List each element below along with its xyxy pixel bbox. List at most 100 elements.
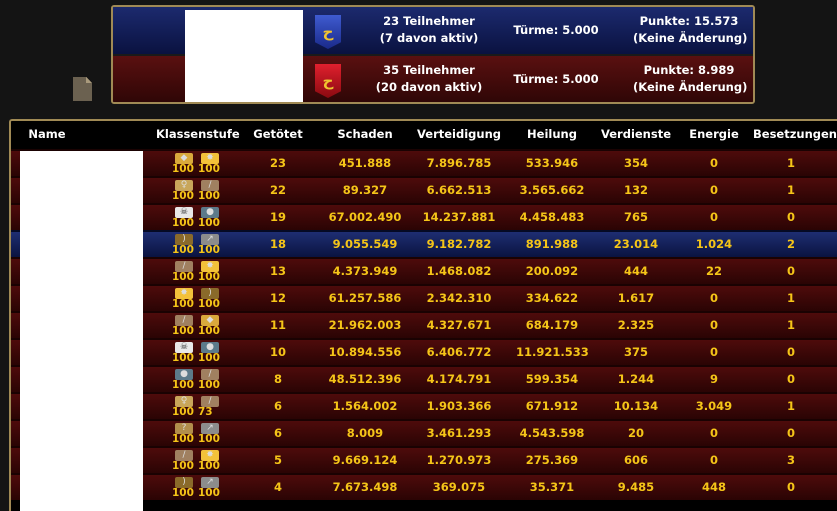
cell-kills: 18 (269, 237, 286, 251)
cell-captures: 1 (786, 156, 795, 170)
cell-kills: 8 (273, 372, 282, 386)
cell-defense: 7.896.785 (426, 156, 492, 170)
cell-merit: 1.244 (617, 372, 655, 386)
cell-damage: 4.373.949 (332, 264, 398, 278)
cell-damage: 9.669.124 (332, 453, 398, 467)
cell-captures: 0 (786, 426, 795, 440)
class-level-value: 100 (172, 406, 194, 418)
cell-defense: 3.461.293 (426, 426, 492, 440)
cell-damage: 8.009 (346, 426, 384, 440)
team-portrait-image (185, 10, 303, 102)
cell-kills: 22 (269, 183, 286, 197)
participants-active: (7 davon aktiv) (379, 31, 479, 45)
cell-defense: 1.468.082 (426, 264, 492, 278)
player-names-column (20, 151, 143, 511)
cell-healing: 334.622 (525, 291, 579, 305)
cell-damage: 21.962.003 (328, 318, 402, 332)
class-level-value: 100 (172, 325, 194, 337)
player-stats-table: Name Klassenstufe Getötet Schaden Vertei… (9, 119, 837, 511)
cell-defense: 2.342.310 (426, 291, 492, 305)
class-level-value: 100 (172, 379, 194, 391)
cell-damage: 451.888 (338, 156, 392, 170)
cell-captures: 0 (786, 480, 795, 494)
cell-kills: 23 (269, 156, 286, 170)
cell-healing: 3.565.662 (519, 183, 585, 197)
class-level-cell: /100 ✸ 100 (171, 260, 229, 284)
header-kills[interactable]: Getötet (251, 127, 305, 141)
cell-captures: 0 (786, 345, 795, 359)
class-level-value: 100 (198, 163, 220, 175)
cell-merit: 375 (623, 345, 648, 359)
participants-count: 23 Teilnehmer (383, 14, 475, 28)
cell-defense: 369.075 (432, 480, 486, 494)
blue-faction-banner-icon: ح (315, 15, 341, 49)
header-defense[interactable]: Verteidigung (414, 127, 504, 141)
cell-healing: 35.371 (529, 480, 575, 494)
class-level-cell: ☠ 100 ● 100 (171, 341, 229, 365)
header-damage[interactable]: Schaden (326, 127, 404, 141)
cell-energy: 9 (709, 372, 718, 386)
cell-energy: 0 (709, 210, 718, 224)
class-level-value: 100 (172, 271, 194, 283)
header-name[interactable]: Name (19, 127, 75, 141)
team-summary-panel: 23 Teilnehmer (7 davon aktiv) Türme: 5.0… (111, 5, 755, 104)
points-value: Punkte: 15.573 (639, 14, 739, 28)
participants-active: (20 davon aktiv) (375, 80, 483, 94)
class-level-cell: ) 100 ↗ 100 (171, 476, 229, 500)
participants-count: 35 Teilnehmer (383, 63, 475, 77)
class-level-value: 100 (172, 433, 194, 445)
cell-energy: 448 (701, 480, 726, 494)
cell-merit: 20 (627, 426, 644, 440)
cell-kills: 6 (273, 426, 282, 440)
class-level-value: 100 (172, 298, 194, 310)
cell-kills: 12 (269, 291, 286, 305)
class-level-cell: ☠ 100 ● 100 (171, 206, 229, 230)
header-healing[interactable]: Heilung (516, 127, 588, 141)
team-points: Punkte: 8.989 (Keine Änderung) (633, 62, 747, 96)
class-level-cell: ◆ 100 ✸ 100 (171, 152, 229, 176)
class-level-value: 100 (172, 163, 194, 175)
cell-energy: 0 (709, 345, 718, 359)
cell-captures: 1 (786, 291, 795, 305)
cell-defense: 6.406.772 (426, 345, 492, 359)
team-points: Punkte: 15.573 (Keine Änderung) (633, 13, 748, 47)
points-change: (Keine Änderung) (633, 31, 748, 45)
cell-damage: 61.257.586 (328, 291, 402, 305)
cell-defense: 6.662.513 (426, 183, 492, 197)
cell-defense: 4.327.671 (426, 318, 492, 332)
cell-healing: 11.921.533 (516, 345, 589, 359)
cell-energy: 0 (709, 156, 718, 170)
class-level-cell: ♀ 100/100 (171, 179, 229, 203)
class-level-value: 100 (198, 487, 220, 499)
class-level-value: 100 (198, 190, 220, 202)
header-captures[interactable]: Besetzungen (753, 127, 837, 141)
team-participants: 35 Teilnehmer (20 davon aktiv) (365, 62, 493, 96)
class-level-value: 100 (172, 487, 194, 499)
header-energy[interactable]: Energie (684, 127, 744, 141)
class-level-value: 100 (198, 298, 220, 310)
cell-defense: 14.237.881 (422, 210, 496, 224)
header-merit[interactable]: Verdienste (599, 127, 673, 141)
cell-damage: 89.327 (342, 183, 388, 197)
class-level-value: 100 (198, 271, 220, 283)
cell-captures: 2 (786, 237, 795, 251)
cell-merit: 1.617 (617, 291, 655, 305)
cell-damage: 10.894.556 (328, 345, 402, 359)
class-level-value: 100 (198, 433, 220, 445)
cell-kills: 10 (269, 345, 286, 359)
cell-energy: 3.049 (695, 399, 733, 413)
cell-merit: 444 (623, 264, 648, 278)
class-level-cell: /100 ✸ 100 (171, 449, 229, 473)
cell-damage: 67.002.490 (328, 210, 402, 224)
cell-energy: 0 (709, 183, 718, 197)
cell-healing: 200.092 (525, 264, 579, 278)
cell-captures: 0 (786, 210, 795, 224)
cell-captures: 1 (786, 183, 795, 197)
document-icon[interactable] (73, 77, 92, 101)
cell-healing: 4.458.483 (519, 210, 585, 224)
header-class-level[interactable]: Klassenstufe (156, 127, 240, 141)
class-level-cell: ● 100/100 (171, 368, 229, 392)
class-level-cell: ✸ 100) 100 (171, 287, 229, 311)
class-level-value: 100 (198, 379, 220, 391)
team-towers: Türme: 5.000 (513, 23, 599, 37)
